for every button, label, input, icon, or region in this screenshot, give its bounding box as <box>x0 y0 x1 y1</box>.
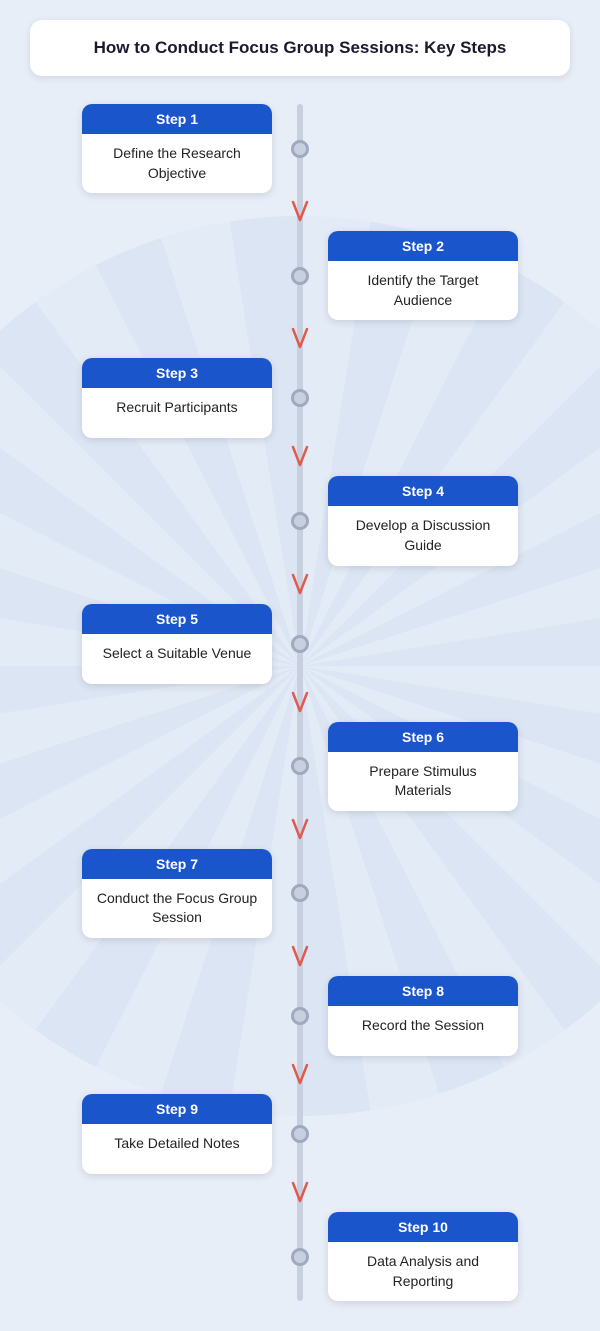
arrow-icon-2 <box>289 325 311 353</box>
step-card-4: Step 4 Develop a Discussion Guide <box>328 476 518 565</box>
step-center-9 <box>291 1125 309 1143</box>
step-header-7: Step 7 <box>82 849 272 879</box>
step-left-5: Step 5 Select a Suitable Venue <box>30 604 300 684</box>
page-title: How to Conduct Focus Group Sessions: Key… <box>30 20 570 76</box>
step-card-5: Step 5 Select a Suitable Venue <box>82 604 272 684</box>
step-right-2: Step 2 Identify the Target Audience <box>300 231 570 320</box>
timeline: Step 1 Define the Research Objective <box>30 104 570 1301</box>
step-body-9: Take Detailed Notes <box>82 1124 272 1164</box>
step-card-3: Step 3 Recruit Participants <box>82 358 272 438</box>
center-circle-2 <box>291 267 309 285</box>
center-circle-6 <box>291 757 309 775</box>
arrow-icon-9 <box>289 1179 311 1207</box>
step-left-1: Step 1 Define the Research Objective <box>30 104 300 193</box>
step-header-4: Step 4 <box>328 476 518 506</box>
arrow-icon-1 <box>289 198 311 226</box>
step-body-1: Define the Research Objective <box>82 134 272 193</box>
step-right-6: Step 6 Prepare Stimulus Materials <box>300 722 570 811</box>
step-right-4: Step 4 Develop a Discussion Guide <box>300 476 570 565</box>
step-header-10: Step 10 <box>328 1212 518 1242</box>
step-body-7: Conduct the Focus Group Session <box>82 879 272 938</box>
center-circle-1 <box>291 140 309 158</box>
center-circle-7 <box>291 884 309 902</box>
step-center-10 <box>291 1248 309 1266</box>
step-header-5: Step 5 <box>82 604 272 634</box>
step-center-8 <box>291 1007 309 1025</box>
step-row-3: Step 3 Recruit Participants <box>30 358 570 438</box>
center-circle-3 <box>291 389 309 407</box>
step-header-1: Step 1 <box>82 104 272 134</box>
step-center-6 <box>291 757 309 775</box>
center-circle-4 <box>291 512 309 530</box>
arrow-icon-7 <box>289 943 311 971</box>
connector-5 <box>30 684 570 722</box>
step-body-6: Prepare Stimulus Materials <box>328 752 518 811</box>
connector-8 <box>30 1056 570 1094</box>
step-card-2: Step 2 Identify the Target Audience <box>328 231 518 320</box>
center-circle-10 <box>291 1248 309 1266</box>
center-circle-8 <box>291 1007 309 1025</box>
connector-7 <box>30 938 570 976</box>
step-row-1: Step 1 Define the Research Objective <box>30 104 570 193</box>
step-body-3: Recruit Participants <box>82 388 272 428</box>
step-row-9: Step 9 Take Detailed Notes <box>30 1094 570 1174</box>
connector-2 <box>30 320 570 358</box>
step-row-6: Step 6 Prepare Stimulus Materials <box>30 722 570 811</box>
step-row-2: Step 2 Identify the Target Audience <box>30 231 570 320</box>
step-header-3: Step 3 <box>82 358 272 388</box>
step-center-7 <box>291 884 309 902</box>
step-body-2: Identify the Target Audience <box>328 261 518 320</box>
step-card-9: Step 9 Take Detailed Notes <box>82 1094 272 1174</box>
step-center-4 <box>291 512 309 530</box>
step-right-8: Step 8 Record the Session <box>300 976 570 1056</box>
arrow-icon-6 <box>289 816 311 844</box>
step-row-4: Step 4 Develop a Discussion Guide <box>30 476 570 565</box>
step-left-9: Step 9 Take Detailed Notes <box>30 1094 300 1174</box>
step-body-5: Select a Suitable Venue <box>82 634 272 674</box>
step-row-8: Step 8 Record the Session <box>30 976 570 1056</box>
step-card-10: Step 10 Data Analysis and Reporting <box>328 1212 518 1301</box>
step-card-6: Step 6 Prepare Stimulus Materials <box>328 722 518 811</box>
step-center-2 <box>291 267 309 285</box>
step-body-8: Record the Session <box>328 1006 518 1046</box>
step-header-6: Step 6 <box>328 722 518 752</box>
page-wrapper: How to Conduct Focus Group Sessions: Key… <box>0 0 600 1331</box>
arrow-icon-3 <box>289 443 311 471</box>
step-body-4: Develop a Discussion Guide <box>328 506 518 565</box>
connector-3 <box>30 438 570 476</box>
arrow-icon-8 <box>289 1061 311 1089</box>
center-circle-9 <box>291 1125 309 1143</box>
step-left-3: Step 3 Recruit Participants <box>30 358 300 438</box>
connector-4 <box>30 566 570 604</box>
center-circle-5 <box>291 635 309 653</box>
step-row-7: Step 7 Conduct the Focus Group Session <box>30 849 570 938</box>
connector-9 <box>30 1174 570 1212</box>
step-header-8: Step 8 <box>328 976 518 1006</box>
arrow-icon-5 <box>289 689 311 717</box>
step-center-5 <box>291 635 309 653</box>
step-center-1 <box>291 140 309 158</box>
step-center-3 <box>291 389 309 407</box>
arrow-icon-4 <box>289 571 311 599</box>
step-card-7: Step 7 Conduct the Focus Group Session <box>82 849 272 938</box>
step-row-10: Step 10 Data Analysis and Reporting <box>30 1212 570 1301</box>
step-card-1: Step 1 Define the Research Objective <box>82 104 272 193</box>
connector-1 <box>30 193 570 231</box>
step-left-7: Step 7 Conduct the Focus Group Session <box>30 849 300 938</box>
step-header-2: Step 2 <box>328 231 518 261</box>
step-body-10: Data Analysis and Reporting <box>328 1242 518 1301</box>
step-row-5: Step 5 Select a Suitable Venue <box>30 604 570 684</box>
connector-6 <box>30 811 570 849</box>
step-right-10: Step 10 Data Analysis and Reporting <box>300 1212 570 1301</box>
step-header-9: Step 9 <box>82 1094 272 1124</box>
step-card-8: Step 8 Record the Session <box>328 976 518 1056</box>
